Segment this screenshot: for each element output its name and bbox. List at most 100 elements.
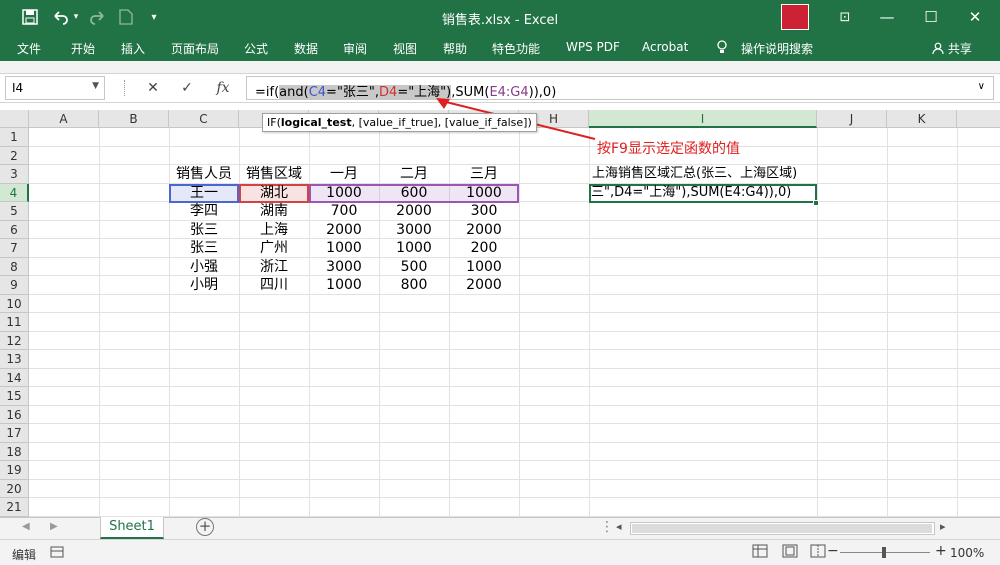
table-cell[interactable]: 500	[379, 258, 449, 277]
table-cell[interactable]: 1000	[309, 184, 379, 203]
minimize-button[interactable]: —	[872, 5, 902, 29]
page-layout-view-icon[interactable]	[782, 544, 798, 561]
tab-review[interactable]: 审阅	[343, 40, 367, 57]
tab-special-features[interactable]: 特色功能	[492, 40, 540, 57]
row-header[interactable]: 16	[0, 405, 29, 424]
tab-insert[interactable]: 插入	[121, 40, 145, 57]
page-break-view-icon[interactable]	[810, 544, 826, 561]
row-header[interactable]: 19	[0, 461, 29, 480]
table-cell[interactable]: 张三	[169, 239, 239, 258]
row-header[interactable]: 13	[0, 350, 29, 369]
insert-function-button[interactable]: fx	[210, 76, 236, 100]
tab-acrobat[interactable]: Acrobat	[642, 40, 688, 54]
table-cell[interactable]: 广州	[239, 239, 309, 258]
table-cell[interactable]: 1000	[309, 239, 379, 258]
table-cell[interactable]: 2000	[309, 221, 379, 240]
name-box[interactable]: I4 ▼	[5, 76, 105, 100]
column-header-l[interactable]	[957, 110, 1000, 128]
formula-input[interactable]: =if(and(C4="张三",D4="上海"),SUM(E4:G4)),0) …	[246, 76, 994, 100]
table-cell[interactable]: 1000	[379, 239, 449, 258]
zoom-out-icon[interactable]: −	[827, 543, 839, 559]
row-header[interactable]: 15	[0, 387, 29, 406]
table-cell[interactable]: 2000	[379, 202, 449, 221]
table-cell[interactable]: 浙江	[239, 258, 309, 277]
scroll-thumb[interactable]	[632, 524, 932, 533]
row-header[interactable]: 6	[0, 220, 29, 239]
tab-help[interactable]: 帮助	[443, 40, 467, 57]
column-header-b[interactable]: B	[99, 110, 169, 128]
row-header[interactable]: 17	[0, 424, 29, 443]
scroll-right-icon[interactable]: ▸	[940, 520, 946, 533]
tab-home[interactable]: 开始	[71, 40, 95, 57]
column-header-c[interactable]: C	[169, 110, 239, 128]
row-header[interactable]: 2	[0, 146, 29, 165]
column-header-i[interactable]: I	[589, 110, 817, 128]
row-header[interactable]: 11	[0, 313, 29, 332]
tell-me-search[interactable]: 操作说明搜索	[741, 40, 813, 57]
add-sheet-icon[interactable]: +	[196, 518, 214, 536]
table-cell[interactable]: 3000	[379, 221, 449, 240]
table-cell[interactable]: 湖南	[239, 202, 309, 221]
normal-view-icon[interactable]	[752, 544, 768, 561]
split-handle-icon[interactable]: ⋮	[600, 519, 614, 535]
column-header-k[interactable]: K	[887, 110, 957, 128]
table-cell[interactable]: 1000	[449, 258, 519, 277]
row-header[interactable]: 20	[0, 479, 29, 498]
table-header-cell[interactable]: 三月	[449, 165, 519, 184]
column-header-j[interactable]: J	[817, 110, 887, 128]
row-header[interactable]: 4	[0, 183, 29, 202]
enter-button[interactable]: ✓	[174, 76, 200, 100]
table-cell[interactable]: 小强	[169, 258, 239, 277]
table-header-cell[interactable]: 销售区域	[239, 165, 309, 184]
table-cell[interactable]: 3000	[309, 258, 379, 277]
expand-formula-icon[interactable]: ∨	[978, 81, 985, 92]
table-cell[interactable]: 300	[449, 202, 519, 221]
row-header[interactable]: 12	[0, 331, 29, 350]
row-header[interactable]: 3	[0, 165, 29, 184]
table-cell[interactable]: 上海	[239, 221, 309, 240]
table-cell[interactable]: 1000	[309, 276, 379, 295]
column-header-a[interactable]: A	[29, 110, 99, 128]
table-cell[interactable]: 600	[379, 184, 449, 203]
select-all-corner[interactable]	[0, 110, 29, 128]
tab-data[interactable]: 数据	[294, 40, 318, 57]
row-header[interactable]: 7	[0, 239, 29, 258]
row-header[interactable]: 8	[0, 257, 29, 276]
cancel-button[interactable]: ✕	[140, 76, 166, 100]
zoom-slider-knob[interactable]	[882, 547, 886, 558]
table-cell[interactable]: 湖北	[239, 184, 309, 203]
restore-button[interactable]: ☐	[916, 5, 946, 29]
table-header-cell[interactable]: 一月	[309, 165, 379, 184]
zoom-level[interactable]: 100%	[950, 546, 984, 560]
cell-i3-label[interactable]: 上海销售区域汇总(张三、上海区域)	[592, 165, 832, 184]
table-cell[interactable]: 四川	[239, 276, 309, 295]
horizontal-scrollbar[interactable]	[630, 522, 935, 535]
user-avatar[interactable]	[781, 4, 809, 30]
row-header[interactable]: 5	[0, 202, 29, 221]
zoom-in-icon[interactable]: +	[935, 543, 947, 559]
table-header-cell[interactable]: 二月	[379, 165, 449, 184]
tab-wps-pdf[interactable]: WPS PDF	[566, 40, 620, 54]
table-cell[interactable]: 张三	[169, 221, 239, 240]
table-cell[interactable]: 李四	[169, 202, 239, 221]
row-header[interactable]: 21	[0, 498, 29, 517]
table-cell[interactable]: 800	[379, 276, 449, 295]
sheet-tab-sheet1[interactable]: Sheet1	[100, 517, 164, 539]
share-button[interactable]: 共享	[932, 40, 972, 57]
table-cell[interactable]: 王一	[169, 184, 239, 203]
scroll-left-icon[interactable]: ◂	[616, 520, 622, 533]
chevron-down-icon[interactable]: ▼	[92, 81, 99, 91]
table-header-cell[interactable]: 销售人员	[169, 165, 239, 184]
row-header[interactable]: 10	[0, 294, 29, 313]
table-cell[interactable]: 700	[309, 202, 379, 221]
table-cell[interactable]: 2000	[449, 221, 519, 240]
close-button[interactable]: ✕	[960, 5, 990, 29]
table-cell[interactable]: 小明	[169, 276, 239, 295]
tab-formulas[interactable]: 公式	[244, 40, 268, 57]
row-header[interactable]: 14	[0, 368, 29, 387]
ribbon-display-icon[interactable]: ⊡	[830, 5, 860, 29]
table-cell[interactable]: 200	[449, 239, 519, 258]
tab-file[interactable]: 文件	[17, 40, 41, 57]
table-cell[interactable]: 2000	[449, 276, 519, 295]
table-cell[interactable]: 1000	[449, 184, 519, 203]
